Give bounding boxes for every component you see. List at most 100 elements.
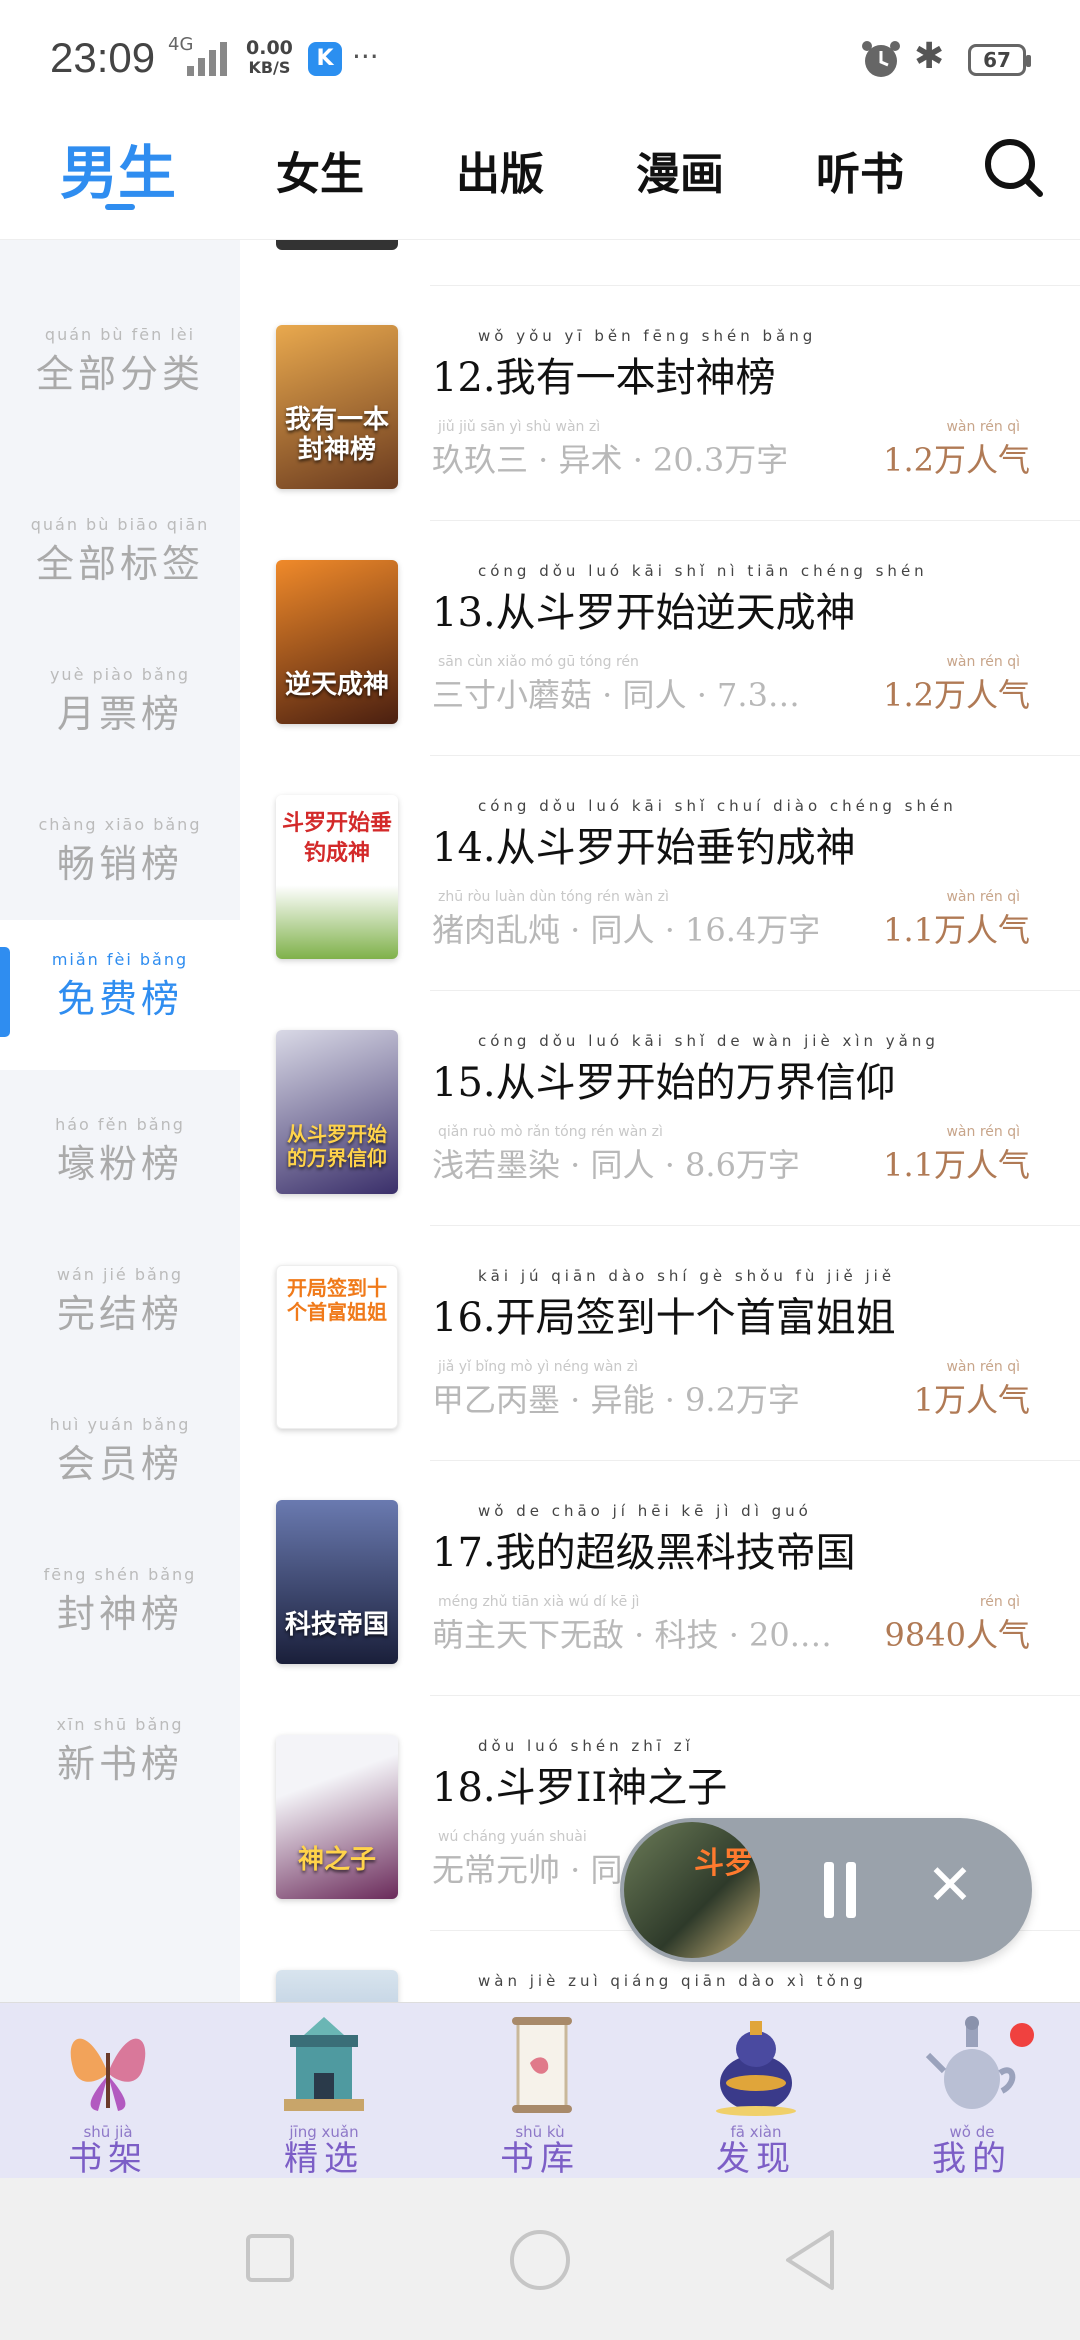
search-icon[interactable]: [982, 136, 1046, 200]
category-tabs: 男生 女生 出版 漫画 听书: [0, 120, 1080, 240]
sidebar-item-fans[interactable]: háo fěn bǎng 壕粉榜: [0, 1115, 240, 1265]
sidebar-item-new-books[interactable]: xīn shū bǎng 新书榜: [0, 1715, 240, 1865]
tab-publish[interactable]: 出版: [456, 138, 544, 202]
book-list: 我有一本封神榜 wǒ yǒu yī běn fēng shén bǎng 12.…: [240, 240, 1080, 2002]
sidebar-item-label: 全部分类: [35, 352, 204, 396]
sidebar-item-member[interactable]: huì yuán bǎng 会员榜: [0, 1415, 240, 1565]
sidebar-item-monthly-ticket[interactable]: yuè piào bǎng 月票榜: [0, 665, 240, 815]
sidebar-item-all-tags[interactable]: quán bù biāo qiān 全部标签: [0, 515, 240, 665]
nav-me[interactable]: wǒ de 我的: [864, 2003, 1080, 2179]
book-cover[interactable]: 从斗罗开始的万界信仰: [276, 1030, 398, 1194]
book-row-14[interactable]: 斗罗开始垂钓成神 cóng dǒu luó kāi shǐ chuí diào …: [240, 755, 1080, 990]
book-popularity-pinyin: wàn rén qì: [946, 1124, 1020, 1140]
row-divider: [430, 1695, 1080, 1696]
sidebar-item-label: 壕粉榜: [56, 1142, 183, 1186]
nav-label: 书库: [500, 2139, 580, 2179]
book-meta: 玖玖三 · 异术 · 20.3万字: [432, 441, 789, 479]
row-divider: [430, 1460, 1080, 1461]
book-meta-pinyin: qiǎn ruò mò rǎn tóng rén wàn zì: [438, 1124, 663, 1140]
book-cover-text: 神之子: [297, 1845, 376, 1875]
book-meta-pinyin: zhū ròu luàn dùn tóng rén wàn zì: [438, 889, 669, 905]
gourd-icon: [716, 2021, 796, 2116]
book-row-16[interactable]: 开局签到十个首富姐姐 kāi jú qiān dào shí gè shǒu f…: [240, 1225, 1080, 1460]
notification-badge: [1010, 2023, 1034, 2047]
book-popularity: 1.2万人气: [883, 441, 1030, 479]
tab-female[interactable]: 女生: [276, 138, 364, 202]
net-speed-value: 0.00: [246, 37, 293, 59]
back-icon[interactable]: [780, 2228, 840, 2292]
nav-featured[interactable]: jīng xuǎn 精选: [216, 2003, 432, 2179]
status-bar: 23:09 4G 0.00 KB/S K ··· ✱ 67: [0, 0, 1080, 120]
home-button[interactable]: [510, 2230, 570, 2290]
book-popularity: 1.1万人气: [883, 911, 1030, 949]
tower-icon: [284, 2017, 364, 2111]
book-meta-pinyin: méng zhǔ tiān xià wú dí kē jì: [438, 1594, 640, 1610]
sidebar-item-free[interactable]: miǎn fèi bǎng 免费榜: [0, 920, 240, 1070]
status-time: 23:09: [50, 34, 156, 81]
player-cover-text: 斗罗: [694, 1846, 754, 1881]
book-meta-pinyin: jiǎ yǐ bǐng mò yì néng wàn zì: [438, 1359, 638, 1375]
row-divider: [430, 990, 1080, 991]
book-title: 19.万界最强签到系统: [432, 1990, 816, 2002]
book-popularity: 1.1万人气: [883, 1146, 1030, 1184]
book-row-13[interactable]: 逆天成神 cóng dǒu luó kāi shǐ nì tiān chéng …: [240, 520, 1080, 755]
tab-audiobook[interactable]: 听书: [816, 138, 904, 202]
sidebar-item-label: 月票榜: [56, 692, 183, 736]
previous-book-cover[interactable]: [276, 240, 398, 250]
book-title: 15.从斗罗开始的万界信仰: [432, 1060, 896, 1106]
sidebar-item-completed[interactable]: wán jié bǎng 完结榜: [0, 1265, 240, 1415]
book-cover[interactable]: 逆天成神: [276, 560, 398, 724]
book-cover[interactable]: 斗罗开始垂钓成神: [276, 795, 398, 959]
book-popularity-pinyin: wàn rén qì: [946, 889, 1020, 905]
book-row-17[interactable]: 科技帝国 wǒ de chāo jí hēi kē jì dì guó 17.我…: [240, 1460, 1080, 1695]
app-notification-icon: K: [308, 42, 342, 76]
book-popularity: 9840人气: [884, 1616, 1030, 1654]
book-title-pinyin: wǒ yǒu yī běn fēng shén bǎng: [478, 327, 817, 345]
book-title-pinyin: dǒu luó shén zhī zǐ: [478, 1737, 694, 1755]
alarm-icon: [862, 41, 900, 77]
book-title-pinyin: cóng dǒu luó kāi shǐ chuí diào chéng shé…: [478, 797, 957, 815]
book-cover-text: 逆天成神: [284, 670, 389, 700]
sidebar-item-fengshen[interactable]: fēng shén bǎng 封神榜: [0, 1565, 240, 1715]
book-row-15[interactable]: 从斗罗开始的万界信仰 cóng dǒu luó kāi shǐ de wàn j…: [240, 990, 1080, 1225]
floating-audio-player[interactable]: 斗罗 ✕: [620, 1818, 1032, 1962]
sidebar-item-label: 会员榜: [56, 1442, 183, 1486]
recent-apps-button[interactable]: [246, 2234, 294, 2282]
book-row-12[interactable]: 我有一本封神榜 wǒ yǒu yī běn fēng shén bǎng 12.…: [240, 285, 1080, 520]
nav-label: 书架: [68, 2139, 148, 2179]
sidebar-item-label: 完结榜: [56, 1292, 183, 1336]
book-cover[interactable]: 神之子: [276, 1735, 398, 1899]
book-cover[interactable]: 科技帝国: [276, 1500, 398, 1664]
nav-discover[interactable]: fā xiàn 发现: [648, 2003, 864, 2179]
player-cover[interactable]: 斗罗: [624, 1822, 760, 1958]
signal-icon: [187, 42, 227, 76]
close-icon[interactable]: ✕: [920, 1856, 980, 1916]
book-popularity-pinyin: wàn rén qì: [946, 419, 1020, 435]
book-cover[interactable]: 我有一本封神榜: [276, 325, 398, 489]
book-meta: 三寸小蘑菇 · 同人 · 7.3…: [432, 676, 800, 714]
nav-label: 我的: [932, 2139, 1012, 2179]
ranking-sidebar: quán bù fēn lèi 全部分类 quán bù biāo qiān 全…: [0, 240, 240, 2002]
book-title-pinyin: cóng dǒu luó kāi shǐ nì tiān chéng shén: [478, 562, 928, 580]
book-meta: 猪肉乱炖 · 同人 · 16.4万字: [432, 911, 821, 949]
book-popularity: 1万人气: [913, 1381, 1030, 1419]
book-cover[interactable]: 开局签到十个首富姐姐: [276, 1265, 398, 1429]
nav-bookshelf[interactable]: shū jià 书架: [0, 2003, 216, 2179]
book-title: 12.我有一本封神榜: [432, 355, 776, 401]
book-cover[interactable]: [276, 1970, 398, 2002]
book-meta-pinyin: wú cháng yuán shuài: [438, 1829, 587, 1845]
sidebar-item-label: 全部标签: [35, 542, 204, 586]
row-divider: [430, 755, 1080, 756]
pause-icon[interactable]: [820, 1862, 860, 1918]
book-popularity-pinyin: rén qì: [979, 1594, 1020, 1610]
bottom-nav: shū jià 书架 jīng xuǎn 精选 shū kù 书库 fā xià…: [0, 2002, 1080, 2179]
tab-comics[interactable]: 漫画: [636, 138, 724, 202]
book-popularity: 1.2万人气: [883, 676, 1030, 714]
bluetooth-icon: ✱: [914, 36, 945, 77]
nav-library[interactable]: shū kù 书库: [432, 2003, 648, 2179]
sidebar-item-all-categories[interactable]: quán bù fēn lèi 全部分类: [0, 325, 240, 475]
teapot-icon: [925, 2016, 1016, 2109]
system-navigation-bar: [0, 2178, 1080, 2340]
book-title: 16.开局签到十个首富姐姐: [432, 1295, 896, 1341]
tab-male[interactable]: 男生: [60, 126, 176, 210]
